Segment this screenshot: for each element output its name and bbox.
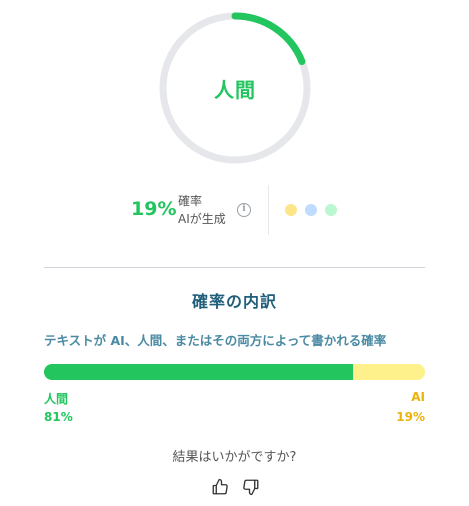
breakdown-title: 確率の内訳 — [191, 292, 277, 311]
human-percent: 81% — [44, 410, 73, 424]
section-divider — [44, 267, 425, 268]
probability-bar-human — [44, 364, 353, 380]
human-label: 人間 — [44, 392, 69, 406]
legend-dot-green — [325, 204, 337, 216]
thumbs-up-icon[interactable] — [211, 478, 229, 496]
vertical-divider — [268, 185, 269, 235]
probability-bar-ai — [352, 364, 425, 380]
gauge-label: 人間 — [214, 77, 256, 102]
legend-dot-blue — [305, 204, 317, 216]
ai-percent-value: 19% — [131, 198, 177, 220]
probability-bar — [44, 364, 425, 380]
thumbs-down-icon[interactable] — [242, 478, 260, 496]
feedback-question: 結果はいかがですか? — [172, 450, 297, 465]
probability-label: 確率 AIが生成 — [178, 192, 226, 228]
probability-label-line1: 確率 — [178, 194, 203, 208]
info-icon[interactable]: i — [237, 203, 251, 217]
summary-row: 19% 確率 AIが生成 i — [0, 185, 469, 240]
probability-label-line2: AIが生成 — [178, 212, 226, 226]
breakdown-description: テキストが AI、人間、またはその両方によって書かれる確率 — [44, 333, 387, 348]
ai-label: AI — [411, 390, 425, 404]
ai-percent: 19% — [396, 410, 425, 424]
legend-dot-yellow — [285, 204, 297, 216]
